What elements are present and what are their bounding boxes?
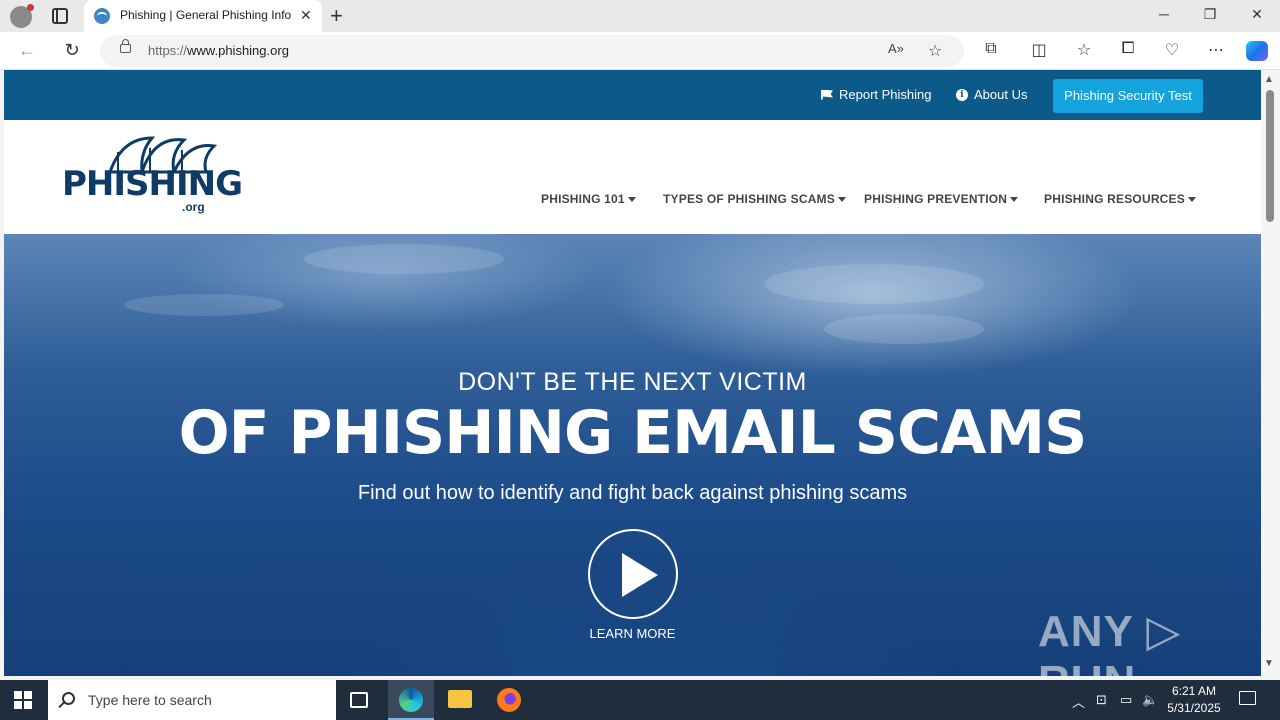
- close-window-button[interactable]: ✕: [1247, 6, 1267, 23]
- browser-tab-bar: Phishing | General Phishing Information …: [0, 0, 1280, 32]
- page-viewport: Report Phishing i About Us Phishing Secu…: [4, 70, 1261, 676]
- file-explorer-icon[interactable]: [448, 690, 472, 708]
- nav-phishing-prevention[interactable]: PHISHING PREVENTION: [864, 192, 1019, 206]
- nav-types-of-phishing-scams[interactable]: TYPES OF PHISHING SCAMS: [663, 192, 846, 206]
- read-aloud-icon[interactable]: A»: [888, 41, 904, 56]
- page-scrollbar[interactable]: ▲ ▼: [1261, 70, 1280, 676]
- notifications-icon[interactable]: [1239, 691, 1256, 705]
- taskbar-search-box[interactable]: Type here to search: [48, 680, 336, 720]
- report-phishing-label: Report Phishing: [839, 87, 932, 102]
- site-favicon-icon: [94, 8, 110, 24]
- clock-time: 6:21 AM: [1171, 684, 1217, 698]
- tab-title: Phishing | General Phishing Information: [120, 8, 292, 22]
- caret-down-icon: [1187, 197, 1196, 203]
- browser-essentials-icon[interactable]: ♡: [1161, 40, 1183, 60]
- phishing-security-test-button[interactable]: Phishing Security Test: [1053, 79, 1203, 113]
- minimize-button[interactable]: ─: [1154, 6, 1174, 22]
- favorites-icon[interactable]: ☆: [1073, 40, 1095, 60]
- url-text: https://www.phishing.org: [148, 43, 289, 58]
- info-icon: i: [956, 88, 968, 101]
- about-us-link[interactable]: i About Us: [956, 87, 1027, 102]
- water-highlight: [764, 264, 984, 304]
- water-highlight: [124, 294, 284, 316]
- site-header: PHISHING .org PHISHING 101 TYPES OF PHIS…: [4, 120, 1261, 234]
- scroll-down-icon[interactable]: ▼: [1264, 658, 1274, 669]
- restore-button[interactable]: ❐: [1200, 6, 1220, 23]
- caret-down-icon: [627, 197, 636, 203]
- logo-domain: .org: [182, 200, 205, 214]
- back-arrow-icon[interactable]: ←: [16, 40, 38, 61]
- lock-icon[interactable]: [120, 39, 131, 53]
- water-highlight: [304, 244, 504, 274]
- firefox-icon[interactable]: [497, 688, 521, 712]
- logo-text: PHISHING: [62, 164, 243, 204]
- report-phishing-link[interactable]: Report Phishing: [821, 87, 932, 102]
- nav-phishing-resources[interactable]: PHISHING RESOURCES: [1044, 192, 1196, 206]
- anyrun-watermark: ANY ▷ RUN: [1038, 607, 1182, 676]
- more-options-icon[interactable]: ⋯: [1205, 40, 1227, 60]
- hero-title: OF PHISHING EMAIL SCAMS: [178, 398, 1088, 468]
- new-tab-button[interactable]: +: [330, 3, 343, 29]
- tab-close-icon[interactable]: ✕: [300, 7, 312, 24]
- taskbar-search-placeholder: Type here to search: [88, 692, 212, 708]
- caret-down-icon: [837, 197, 846, 203]
- taskbar-clock[interactable]: 6:21 AM 5/31/2025: [1160, 683, 1228, 717]
- hero-banner: DON'T BE THE NEXT VICTIM OF PHISHING EMA…: [4, 234, 1261, 676]
- favorite-star-icon[interactable]: ☆: [928, 41, 942, 61]
- browser-tab[interactable]: Phishing | General Phishing Information …: [84, 0, 322, 32]
- search-icon: [62, 692, 75, 705]
- water-highlight: [824, 314, 984, 344]
- profile-avatar-icon[interactable]: [10, 4, 34, 28]
- windows-start-icon[interactable]: [14, 691, 32, 709]
- scroll-up-icon[interactable]: ▲: [1264, 74, 1274, 85]
- about-us-label: About Us: [974, 87, 1028, 102]
- collections-icon[interactable]: ⧠: [1117, 40, 1139, 58]
- edge-browser-icon[interactable]: [399, 688, 423, 712]
- split-screen-icon[interactable]: ◫: [1028, 40, 1050, 60]
- task-view-icon[interactable]: [350, 692, 368, 708]
- network-icon[interactable]: ▭: [1120, 692, 1132, 708]
- nav-phishing-101[interactable]: PHISHING 101: [541, 192, 636, 206]
- hero-pretitle: DON'T BE THE NEXT VICTIM: [458, 368, 807, 396]
- workspaces-icon[interactable]: [52, 8, 68, 24]
- flag-icon: [821, 89, 833, 100]
- site-logo[interactable]: PHISHING .org: [62, 134, 243, 214]
- play-video-button[interactable]: [588, 529, 678, 619]
- copilot-icon[interactable]: [1246, 41, 1268, 61]
- windows-taskbar: Type here to search ︿ ⊡ ▭ 🔈 6:21 AM 5/31…: [0, 680, 1280, 720]
- url-field[interactable]: https://www.phishing.org A» ☆: [100, 35, 964, 67]
- volume-icon[interactable]: 🔈: [1142, 692, 1158, 708]
- show-hidden-icons-chevron-icon[interactable]: ︿: [1072, 692, 1085, 711]
- scroll-thumb[interactable]: [1266, 90, 1274, 222]
- extensions-icon[interactable]: ⧉: [980, 40, 1002, 58]
- network-device-icon[interactable]: ⊡: [1096, 692, 1107, 708]
- site-top-bar: Report Phishing i About Us Phishing Secu…: [4, 70, 1261, 120]
- refresh-icon[interactable]: ↻: [61, 40, 83, 61]
- caret-down-icon: [1010, 197, 1019, 203]
- clock-date: 5/31/2025: [1167, 701, 1221, 715]
- hero-subtitle: Find out how to identify and fight back …: [357, 482, 908, 504]
